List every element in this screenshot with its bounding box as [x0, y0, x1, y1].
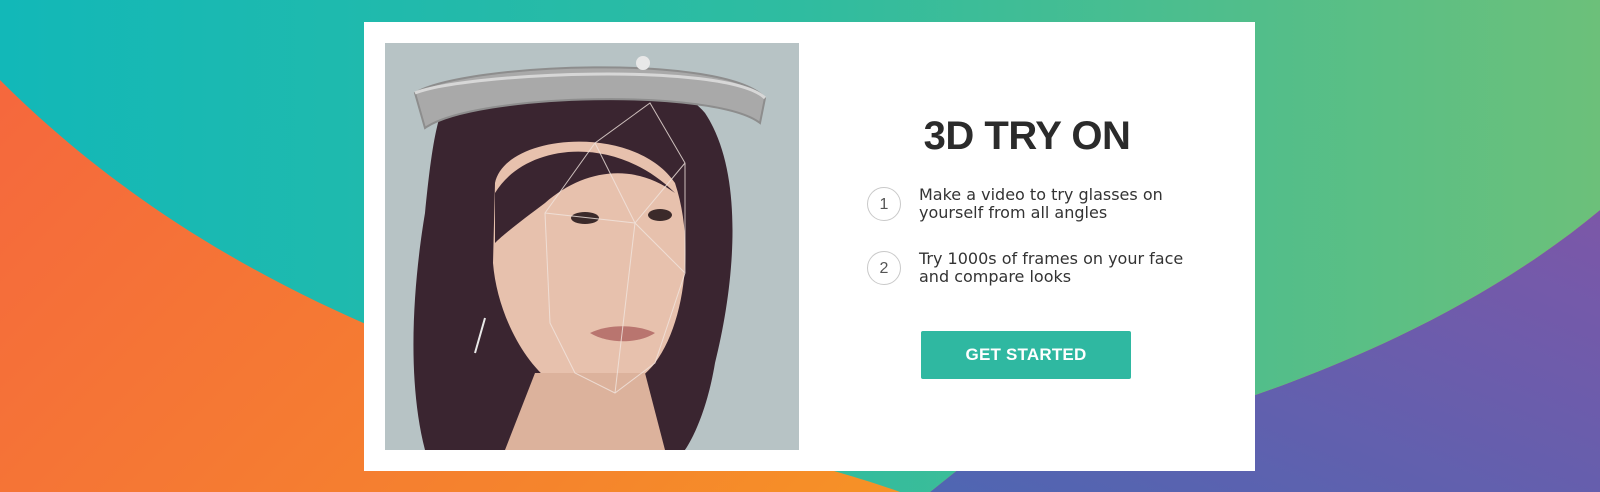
- get-started-button[interactable]: GET STARTED: [921, 331, 1131, 379]
- step-description: Make a video to try glasses on yourself …: [919, 185, 1163, 222]
- face-scan-photo: [385, 43, 799, 450]
- face-scan-illustration: [385, 43, 799, 450]
- try-on-card: 3D TRY ON 1 Make a video to try glasses …: [364, 22, 1255, 471]
- step-number-badge: 2: [867, 251, 901, 285]
- step-number-badge: 1: [867, 187, 901, 221]
- step-description: Try 1000s of frames on your face and com…: [919, 249, 1184, 286]
- step-1: 1 Make a video to try glasses on yoursel…: [867, 185, 1187, 227]
- try-on-content: 3D TRY ON 1 Make a video to try glasses …: [799, 22, 1255, 471]
- page-title: 3D TRY ON: [923, 114, 1131, 158]
- step-2: 2 Try 1000s of frames on your face and c…: [867, 249, 1187, 291]
